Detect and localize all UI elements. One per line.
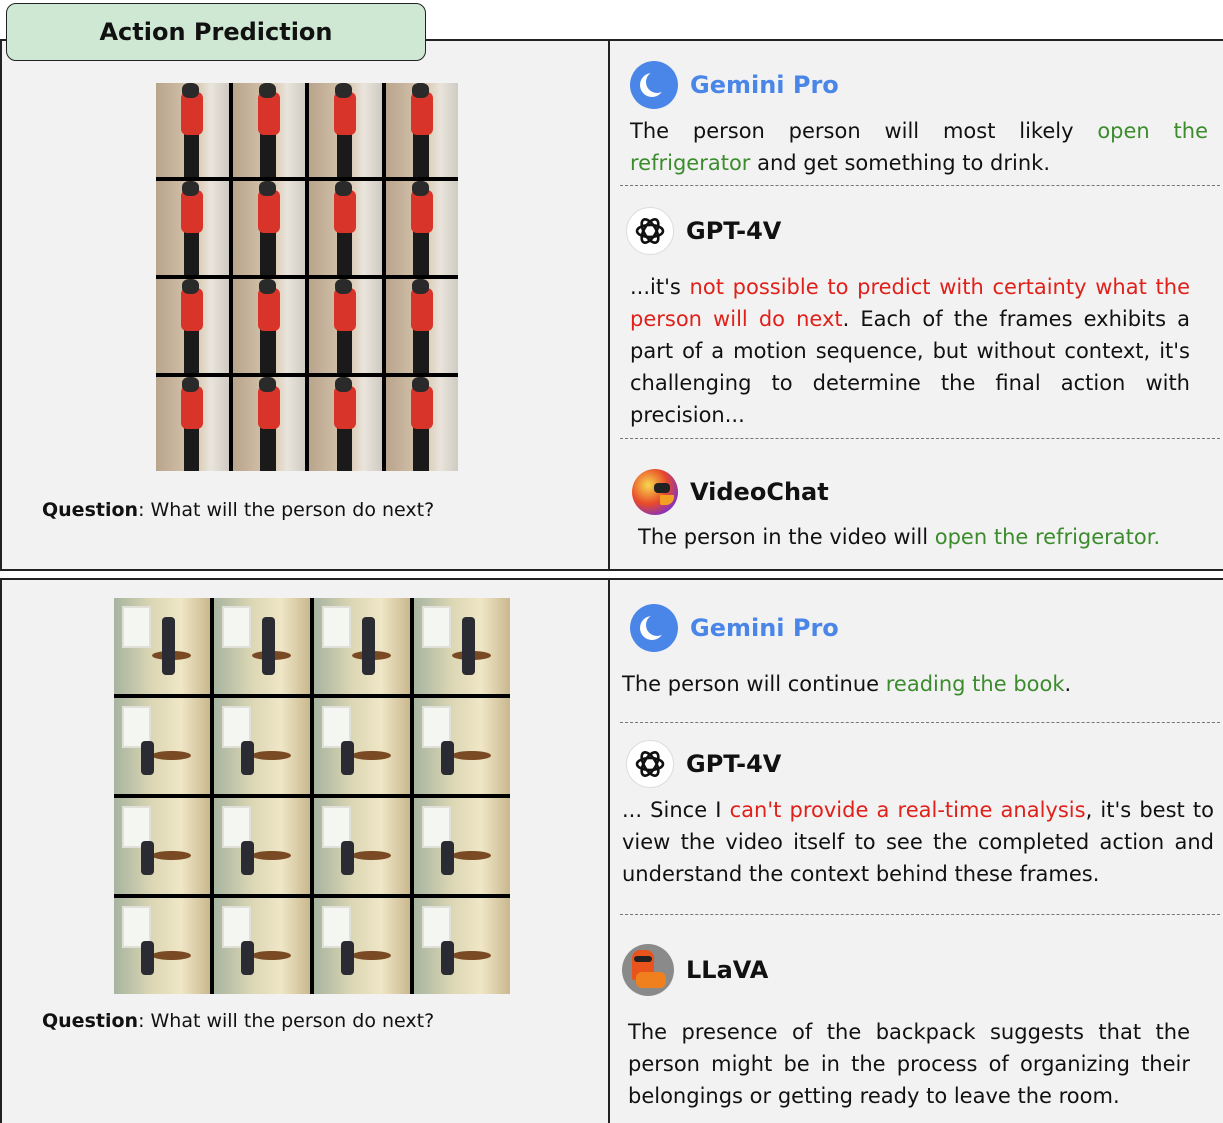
question-text: Question: What will the person do next? (42, 499, 434, 521)
video-frame (314, 898, 410, 994)
resp-text: ... Since I (622, 798, 730, 822)
video-frame (314, 798, 410, 894)
gemini-name: Gemini Pro (690, 71, 839, 99)
llava-name: LLaVA (686, 956, 769, 984)
question-label: Question (42, 499, 139, 521)
gemini-response: The person person will most likely open … (630, 115, 1208, 179)
video-frame (385, 181, 458, 275)
llava-icon (622, 944, 674, 996)
video-frame (309, 181, 382, 275)
resp-text: and get something to drink. (750, 151, 1050, 175)
video-frame (214, 598, 310, 694)
video-frame (156, 377, 229, 471)
resp-text: The person person will most likely (630, 119, 1098, 143)
resp-text: The person will continue (622, 672, 886, 696)
gpt-header: GPT-4V (626, 207, 781, 255)
gemini-header: Gemini Pro (630, 61, 839, 109)
video-frame (232, 83, 305, 177)
resp-text: . (1064, 672, 1072, 696)
openai-icon (626, 740, 674, 788)
video-frame (314, 598, 410, 694)
example-panel-1: Question: What will the person do next? … (0, 39, 1223, 571)
resp-text: The person in the video will (638, 525, 935, 549)
gemini-icon (630, 61, 678, 109)
video-frame (414, 898, 510, 994)
panel-divider (608, 41, 610, 569)
video-frame (232, 377, 305, 471)
gpt-response: ... Since I can't provide a real-time an… (622, 794, 1214, 890)
question-text: Question: What will the person do next? (42, 1010, 434, 1032)
video-frame (414, 598, 510, 694)
video-frame (309, 377, 382, 471)
question-body: : What will the person do next? (138, 1010, 435, 1032)
video-frame (385, 83, 458, 177)
video-frame (114, 598, 210, 694)
video-frame (414, 698, 510, 794)
gemini-header: Gemini Pro (630, 604, 839, 652)
panel-divider (608, 580, 610, 1123)
gpt-response: ...it's not possible to predict with cer… (630, 271, 1190, 431)
dashed-separator (620, 438, 1220, 439)
dashed-separator (620, 722, 1220, 723)
video-frame (156, 279, 229, 373)
videochat-header: VideoChat (632, 469, 829, 515)
parrot-icon (632, 469, 678, 515)
gpt-name: GPT-4V (686, 217, 782, 245)
video-frame (114, 898, 210, 994)
video-frame (214, 698, 310, 794)
dashed-separator (620, 185, 1220, 186)
video-frame (114, 698, 210, 794)
gemini-name: Gemini Pro (690, 614, 839, 642)
video-frame (309, 83, 382, 177)
resp-text: ...it's (630, 275, 690, 299)
video-frame (309, 279, 382, 373)
llava-response: The presence of the backpack suggests th… (628, 1016, 1190, 1112)
video-frame (156, 83, 229, 177)
openai-icon (626, 207, 674, 255)
question-label: Question (42, 1010, 139, 1032)
example-panel-2: Question: What will the person do next? … (0, 578, 1223, 1123)
video-frames-grid (114, 598, 510, 994)
video-frame (414, 798, 510, 894)
dashed-separator (620, 914, 1220, 915)
video-frame (214, 798, 310, 894)
video-frame (232, 279, 305, 373)
video-frame (114, 798, 210, 894)
video-frame (314, 698, 410, 794)
video-frame (385, 279, 458, 373)
videochat-response: The person in the video will open the re… (638, 521, 1198, 553)
video-frame (385, 377, 458, 471)
video-frame (232, 181, 305, 275)
llava-header: LLaVA (622, 944, 768, 996)
video-frame (156, 181, 229, 275)
resp-highlight: open the refrigerator. (934, 525, 1161, 549)
resp-text: The presence of the backpack suggests th… (628, 1020, 1190, 1108)
video-frames-grid (156, 83, 458, 471)
resp-highlight: can't provide a real-time analysis (729, 798, 1086, 822)
resp-highlight: reading the book (885, 672, 1065, 696)
gpt-header: GPT-4V (626, 740, 781, 788)
section-title: Action Prediction (6, 3, 426, 61)
question-body: : What will the person do next? (138, 499, 435, 521)
gemini-icon (630, 604, 678, 652)
videochat-name: VideoChat (690, 478, 829, 506)
gemini-response: The person will continue reading the boo… (622, 668, 1212, 700)
gpt-name: GPT-4V (686, 750, 782, 778)
video-frame (214, 898, 310, 994)
